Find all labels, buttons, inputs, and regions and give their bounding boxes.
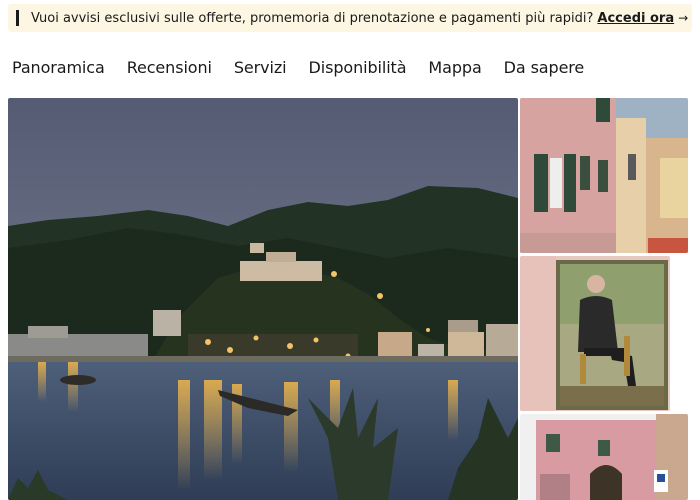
tab-da-sapere[interactable]: Da sapere (504, 58, 585, 77)
gallery-photo-archway[interactable] (520, 414, 688, 500)
arrow-right-icon[interactable]: → (678, 11, 688, 25)
sign-in-link[interactable]: Accedi ora (597, 11, 674, 26)
banner-message: Vuoi avvisi esclusivi sulle offerte, pro… (31, 10, 594, 26)
tab-recensioni[interactable]: Recensioni (127, 58, 212, 77)
notification-banner: Vuoi avvisi esclusivi sulle offerte, pro… (8, 4, 692, 32)
tab-panoramica[interactable]: Panoramica (12, 58, 105, 77)
tab-mappa[interactable]: Mappa (428, 58, 481, 77)
gallery-photo-portrait[interactable] (520, 256, 670, 411)
main-photo[interactable] (8, 98, 518, 500)
property-nav: Panoramica Recensioni Servizi Disponibil… (12, 54, 606, 80)
tab-disponibilita[interactable]: Disponibilità (309, 58, 407, 77)
banner-accent-bar (16, 10, 19, 26)
gallery-photo-street[interactable] (520, 98, 688, 253)
photo-gallery (8, 98, 692, 500)
tab-servizi[interactable]: Servizi (234, 58, 287, 77)
